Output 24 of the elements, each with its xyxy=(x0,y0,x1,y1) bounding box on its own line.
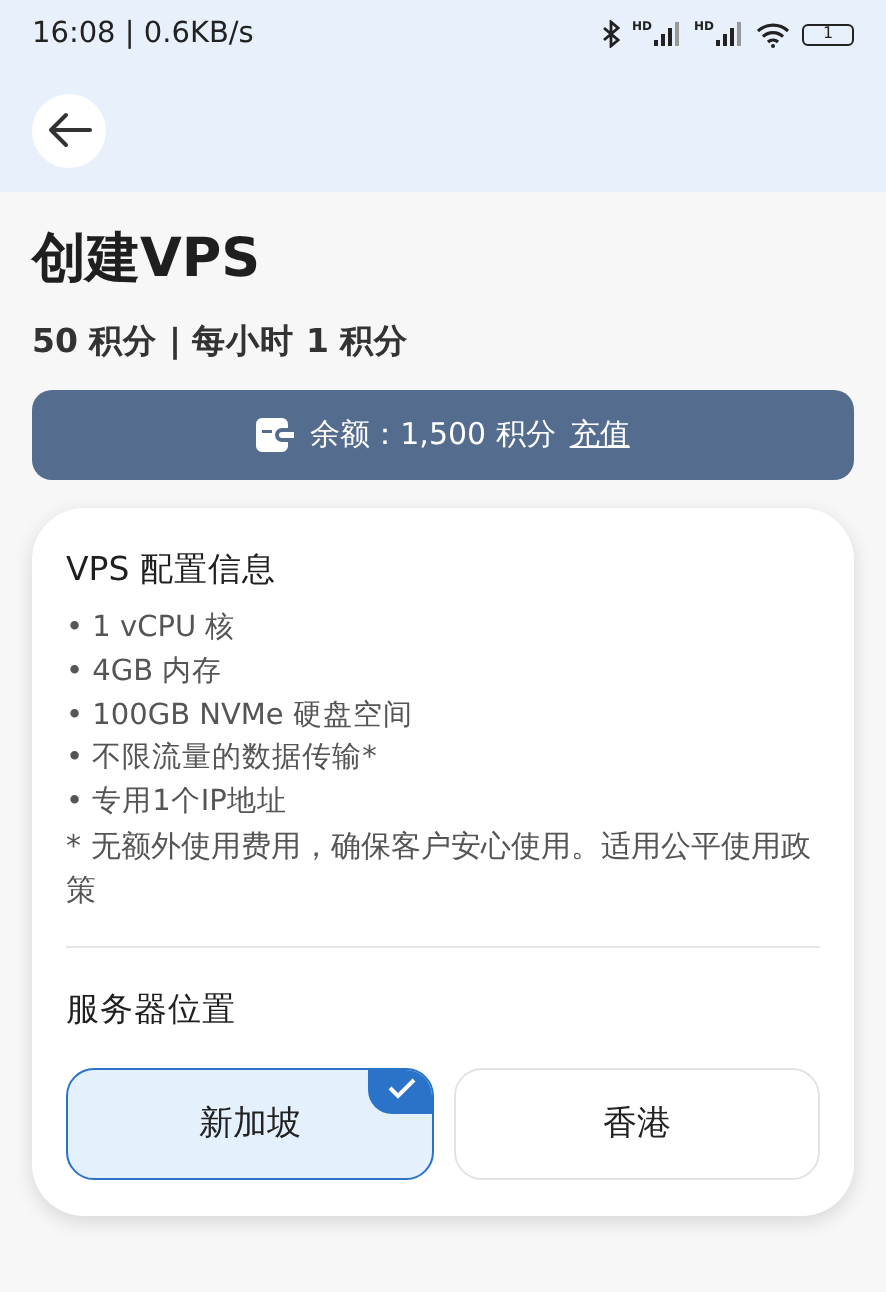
recharge-link[interactable]: 充值 xyxy=(569,416,630,454)
signal-icon xyxy=(716,22,744,46)
bluetooth-icon xyxy=(601,20,620,48)
back-button[interactable] xyxy=(32,93,106,167)
feature-item: • 1 vCPU 核 xyxy=(66,610,238,648)
feature-item: • 4GB 内存 xyxy=(66,653,225,692)
status-time: 16:08 | 0.6KB/s xyxy=(32,18,254,50)
check-icon xyxy=(367,1069,431,1114)
wallet-icon xyxy=(256,418,297,452)
footnote-text: * 无额外使用费用，确保客户安心使用。适用公平使用政策 xyxy=(66,825,813,912)
card-title: VPS 配置信息 xyxy=(66,548,278,592)
location-option[interactable]: 新加坡 xyxy=(66,1067,433,1180)
signal-icon xyxy=(653,22,682,46)
page-title: 创建VPS xyxy=(32,226,263,294)
battery-icon: 1 xyxy=(802,23,854,45)
balance-text: 余额：1,500 积分 xyxy=(310,416,556,454)
feature-item: • 不限流量的数据传输* xyxy=(66,739,379,779)
feature-item: • 专用1个IP地址 xyxy=(66,784,289,823)
wifi-icon xyxy=(756,21,790,47)
back-arrow-icon xyxy=(47,112,91,148)
feature-item: • 100GB NVMe 硬盘空间 xyxy=(66,697,415,736)
section-title: 服务器位置 xyxy=(66,987,238,1032)
location-option[interactable]: 香港 xyxy=(453,1067,820,1180)
price-text: 50 积分 | 每小时 1 积分 xyxy=(32,320,411,364)
